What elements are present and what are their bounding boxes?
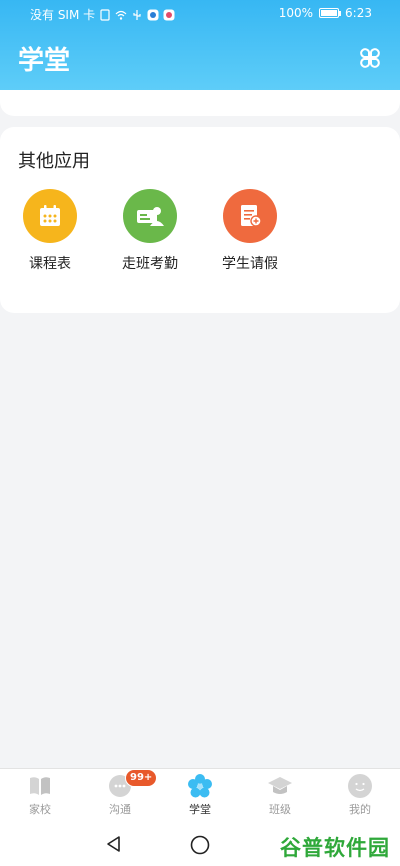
- tab-class[interactable]: 班级: [240, 773, 320, 817]
- calendar-icon: [23, 189, 77, 243]
- tab-communication[interactable]: 99+ 沟通: [80, 769, 160, 817]
- leave-form-icon: [223, 189, 277, 243]
- id-card-icon: [123, 189, 177, 243]
- other-apps-card: 其他应用 课程表 走班考勤 学生请假: [0, 127, 400, 313]
- tab-label-communication: 沟通: [109, 803, 131, 816]
- status-left: 没有 SIM 卡: [30, 6, 175, 23]
- tab-label-study: 学堂: [189, 803, 211, 816]
- app-item-schedule[interactable]: 课程表: [0, 189, 100, 273]
- app-item-attendance[interactable]: 走班考勤: [100, 189, 200, 273]
- book-icon: [30, 777, 50, 795]
- tab-study[interactable]: 学堂: [160, 773, 240, 817]
- status-bar: 没有 SIM 卡 100% 6:23: [0, 0, 400, 28]
- usb-icon: [133, 9, 141, 20]
- status-right: 100% 6:23: [279, 6, 372, 20]
- header: 没有 SIM 卡 100% 6:23 学堂: [0, 0, 400, 90]
- unread-badge: 99+: [125, 769, 158, 787]
- battery-icon: [319, 8, 342, 18]
- tab-label-mine: 我的: [349, 803, 371, 816]
- back-triangle-icon[interactable]: [104, 834, 124, 854]
- app-notification-icon-2: [163, 9, 175, 20]
- tab-mine[interactable]: 我的: [320, 773, 400, 817]
- tab-home-school[interactable]: 家校: [0, 773, 80, 817]
- system-nav-bar: 谷普软件园: [0, 824, 400, 866]
- page-title: 学堂: [18, 46, 71, 76]
- app-notification-icon: [147, 9, 159, 20]
- graduation-cap-icon: [268, 777, 292, 794]
- other-apps-title: 其他应用: [18, 151, 90, 172]
- app-label-schedule: 课程表: [29, 256, 71, 272]
- watermark-text: 谷普软件园: [280, 836, 390, 860]
- battery-percent: 100%: [278, 6, 314, 20]
- flower-icon: [188, 774, 212, 798]
- home-circle-icon[interactable]: [189, 834, 211, 856]
- sim-icon: [100, 8, 110, 21]
- bottom-tab-bar: 家校 99+ 沟通 学堂 班级 我的: [0, 768, 400, 824]
- app-label-leave: 学生请假: [222, 256, 278, 272]
- top-card: [0, 90, 400, 116]
- wifi-icon: [115, 10, 127, 20]
- four-petal-grid-icon[interactable]: [358, 46, 382, 70]
- face-icon: [348, 774, 372, 798]
- tab-label-class: 班级: [269, 803, 291, 816]
- app-label-attendance: 走班考勤: [122, 256, 178, 272]
- app-item-leave[interactable]: 学生请假: [200, 189, 300, 273]
- carrier-text: 没有 SIM 卡: [30, 8, 96, 22]
- clock: 6:23: [345, 6, 372, 20]
- tab-label-home-school: 家校: [29, 803, 51, 816]
